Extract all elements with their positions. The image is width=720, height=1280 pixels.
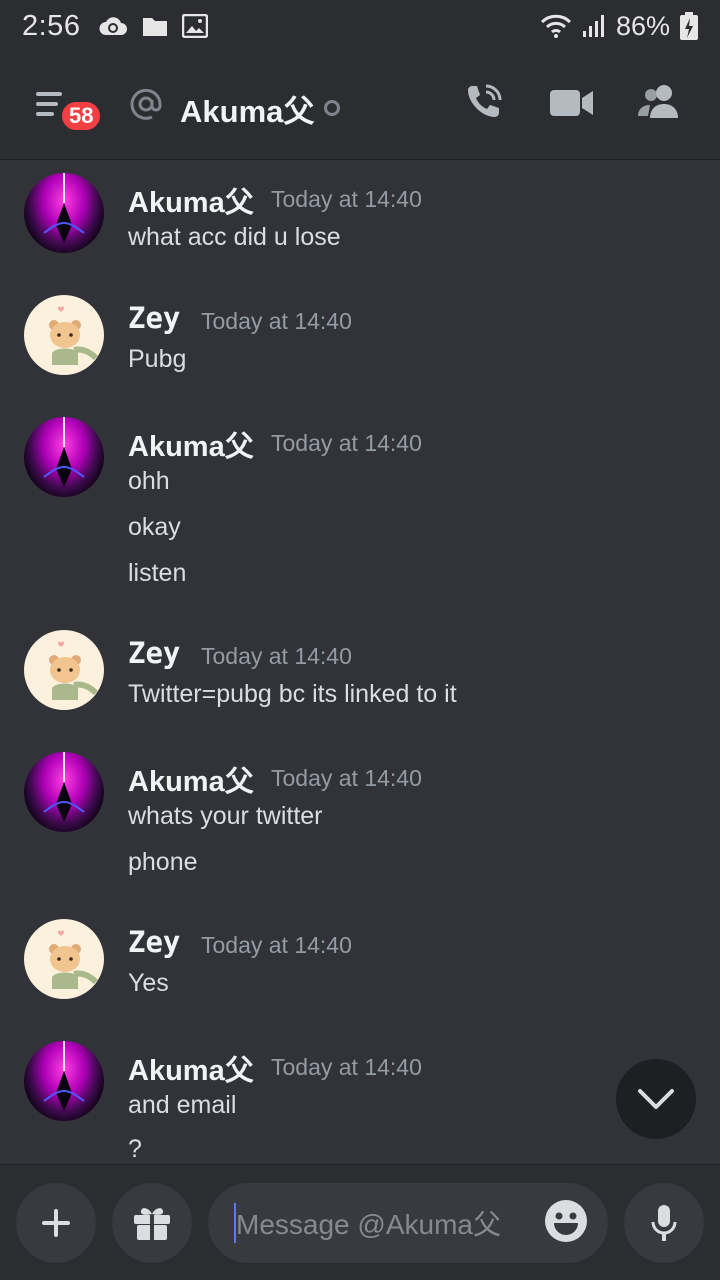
battery-charging-icon <box>680 12 698 40</box>
avatar[interactable] <box>24 630 104 710</box>
message-text: what acc did u lose <box>128 223 341 251</box>
avatar[interactable] <box>24 417 104 497</box>
author-name[interactable]: Zey <box>128 301 180 335</box>
cloud-sync-icon <box>99 17 128 35</box>
message-text: listen <box>128 559 187 587</box>
jump-to-bottom-button[interactable] <box>616 1059 696 1139</box>
folder-icon <box>143 18 168 36</box>
avatar[interactable] <box>24 919 104 999</box>
at-icon <box>130 88 162 120</box>
chevron-down-icon <box>638 1089 674 1109</box>
bear-avatar-art <box>49 930 99 989</box>
avatar[interactable] <box>24 1041 104 1121</box>
timestamp: Today at 14:40 <box>271 186 422 212</box>
akuma-avatar-art <box>43 417 85 487</box>
bear-avatar-art <box>49 306 99 365</box>
microphone-icon <box>651 1205 677 1241</box>
message-input-placeholder: Message @Akuma父 <box>236 1209 501 1240</box>
avatar[interactable] <box>24 173 104 253</box>
message-list[interactable]: Akuma父 Today at 14:40 what acc did u los… <box>0 161 720 1163</box>
gift-icon <box>134 1208 170 1240</box>
signal-icon <box>582 15 604 37</box>
akuma-avatar-art <box>43 173 85 243</box>
image-icon <box>182 14 209 38</box>
bear-avatar-art <box>49 641 99 700</box>
wifi-icon <box>540 14 572 38</box>
text-caret <box>234 1203 236 1243</box>
emoji-icon[interactable] <box>544 1199 588 1243</box>
voice-message-button[interactable] <box>624 1183 704 1263</box>
timestamp: Today at 14:40 <box>271 1054 422 1080</box>
message-text: and email <box>128 1091 237 1119</box>
avatar[interactable] <box>24 295 104 375</box>
dm-title[interactable]: Akuma父 <box>180 86 314 131</box>
status-time: 2:56 <box>22 9 81 42</box>
author-name[interactable]: Akuma父 <box>128 179 254 221</box>
avatar[interactable] <box>24 752 104 832</box>
dm-header: 58 Akuma父 <box>0 52 720 160</box>
timestamp: Today at 14:40 <box>271 765 422 791</box>
message-text: ohh <box>128 467 170 495</box>
author-name[interactable]: Akuma父 <box>128 423 254 465</box>
timestamp: Today at 14:40 <box>201 308 352 334</box>
author-name[interactable]: Zey <box>128 925 180 959</box>
plus-icon <box>42 1209 70 1237</box>
message-text: okay <box>128 513 181 541</box>
message-text: phone <box>128 848 198 876</box>
offline-status-icon <box>324 100 340 116</box>
battery-percent: 86% <box>615 10 670 41</box>
message-text: Twitter=pubg bc its linked to it <box>128 680 457 708</box>
gift-button[interactable] <box>112 1183 192 1263</box>
timestamp: Today at 14:40 <box>201 643 352 669</box>
status-bar: 2:56 86% <box>0 0 720 52</box>
author-name[interactable]: Zey <box>128 636 180 670</box>
timestamp: Today at 14:40 <box>201 932 352 958</box>
unread-badge: 58 <box>58 98 105 134</box>
akuma-avatar-art <box>43 1041 85 1111</box>
author-name[interactable]: Akuma父 <box>128 1047 254 1089</box>
author-name[interactable]: Akuma父 <box>128 758 254 800</box>
message-text: Yes <box>128 969 169 997</box>
message-text: ? <box>128 1135 142 1163</box>
message-composer: Message @Akuma父 <box>0 1164 720 1280</box>
timestamp: Today at 14:40 <box>271 430 422 456</box>
members-icon[interactable] <box>638 84 682 120</box>
message-text: whats your twitter <box>128 802 323 830</box>
message-text: Pubg <box>128 345 187 373</box>
phone-call-icon[interactable] <box>462 82 504 124</box>
akuma-avatar-art <box>43 752 85 822</box>
video-call-icon[interactable] <box>550 88 594 118</box>
add-attachment-button[interactable] <box>16 1183 96 1263</box>
